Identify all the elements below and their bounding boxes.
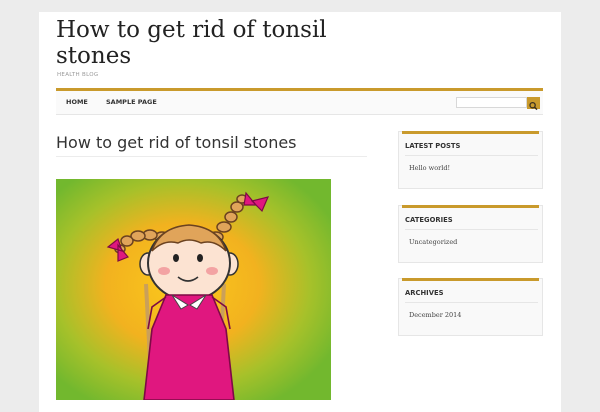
- main-navigation: HOME SAMPLE PAGE: [56, 88, 543, 115]
- title-divider: [56, 156, 367, 157]
- widget-divider: [405, 229, 538, 230]
- post-featured-image: [56, 179, 331, 400]
- widget-accent-bar: [402, 278, 539, 281]
- nav-item-sample-page[interactable]: SAMPLE PAGE: [106, 91, 157, 114]
- site-description: HEALTH BLOG: [57, 72, 99, 78]
- archive-link[interactable]: December 2014: [409, 311, 461, 319]
- girl-illustration: [56, 179, 331, 400]
- widget-title: ARCHIVES: [405, 289, 444, 297]
- widget-divider: [405, 302, 538, 303]
- search-icon: [529, 101, 538, 111]
- search-button[interactable]: [527, 97, 540, 111]
- widget-archives: ARCHIVES December 2014: [398, 278, 543, 336]
- post-title[interactable]: How to get rid of tonsil stones: [56, 133, 297, 153]
- site-title[interactable]: How to get rid of tonsil stones: [56, 17, 356, 69]
- category-link[interactable]: Uncategorized: [409, 238, 457, 246]
- widget-title: CATEGORIES: [405, 216, 453, 224]
- search-input[interactable]: [456, 97, 527, 108]
- nav-item-home[interactable]: HOME: [66, 91, 88, 114]
- widget-accent-bar: [402, 205, 539, 208]
- widget-categories: CATEGORIES Uncategorized: [398, 205, 543, 263]
- widget-title: LATEST POSTS: [405, 142, 461, 150]
- widget-divider: [405, 155, 538, 156]
- latest-post-link[interactable]: Hello world!: [409, 164, 450, 172]
- widget-accent-bar: [402, 131, 539, 134]
- widget-latest-posts: LATEST POSTS Hello world!: [398, 131, 543, 189]
